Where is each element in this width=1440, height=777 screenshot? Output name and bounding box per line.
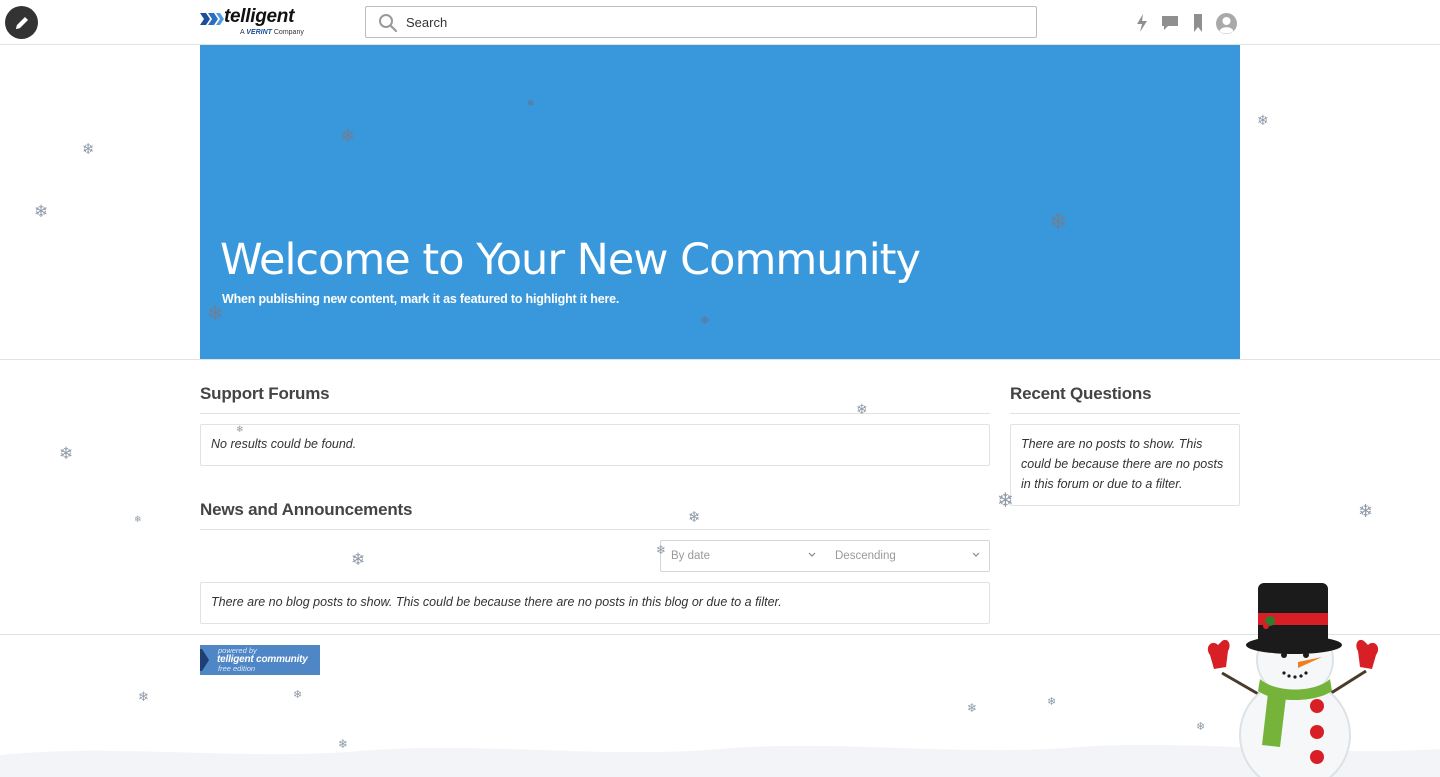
powered-chevron-icon (200, 649, 209, 671)
snowflake-icon: ❄ (138, 690, 149, 705)
news-title: News and Announcements (200, 500, 413, 519)
snowflake-icon: ❄ (59, 444, 74, 464)
top-header: telligent A VERINT Company (0, 0, 1440, 45)
chevron-down-icon (972, 552, 980, 557)
search-input[interactable] (406, 8, 1006, 36)
search-icon (379, 14, 398, 33)
snowflake-icon: ❄ (134, 515, 142, 525)
snowflake-icon: ❄ (236, 425, 244, 435)
snowman-decoration (1207, 583, 1379, 777)
search-box[interactable] (365, 6, 1037, 38)
edit-pencil-icon[interactable] (5, 6, 38, 39)
snowflake-icon: ❄ (1257, 113, 1269, 129)
support-forums-empty: No results could be found. (200, 424, 990, 466)
activity-bolt-icon[interactable] (1131, 12, 1153, 34)
logo-tagline: A VERINT Company (240, 29, 304, 36)
snowflake-icon: ❄ (82, 140, 95, 158)
featured-banner: Welcome to Your New Community When publi… (200, 45, 1240, 359)
snowflake-icon: ❄ (207, 301, 224, 325)
snowflake-icon: ❄ (700, 314, 710, 327)
recent-questions-empty: There are no posts to show. This could b… (1010, 424, 1240, 506)
banner-subtitle: When publishing new content, mark it as … (222, 292, 620, 306)
snowflake-icon: ❄ (338, 737, 349, 751)
snowflake-icon: ❄ (856, 402, 868, 418)
snowflake-icon: ❄ (293, 688, 303, 701)
powered-by-badge[interactable]: powered by telligent community free edit… (200, 645, 320, 675)
news-rule (200, 529, 990, 530)
snowflake-icon: ❄ (527, 99, 535, 109)
banner-title: Welcome to Your New Community (220, 235, 921, 285)
chevron-down-icon (808, 552, 816, 557)
messages-icon[interactable] (1159, 12, 1181, 34)
news-sort-controls: By date Descending (660, 540, 990, 572)
snowflake-icon: ❄ (34, 202, 49, 222)
snowflake-icon: ❄ (688, 508, 701, 526)
snowflake-icon: ❄ (656, 543, 667, 557)
news-empty: There are no blog posts to show. This co… (200, 582, 990, 624)
snowflake-icon: ❄ (351, 550, 366, 570)
snowflake-icon: ❄ (1049, 210, 1068, 235)
snowflake-icon: ❄ (1358, 501, 1374, 522)
sort-by-select[interactable]: By date (671, 541, 710, 571)
support-forums-title: Support Forums (200, 384, 330, 403)
logo-wordmark: telligent (224, 6, 295, 27)
sort-order-select[interactable]: Descending (835, 541, 896, 571)
snowflake-icon: ❄ (1047, 695, 1057, 708)
user-avatar-icon[interactable] (1215, 12, 1237, 34)
support-forums-rule (200, 413, 990, 414)
banner-divider (0, 359, 1440, 360)
telligent-logo[interactable]: telligent A VERINT Company (200, 6, 320, 40)
snowflake-icon: ❄ (997, 488, 1014, 512)
powered-line-3: free edition (218, 664, 256, 673)
bookmarks-icon[interactable] (1187, 12, 1209, 34)
logo-chevrons-icon (200, 13, 224, 25)
snowflake-icon: ❄ (967, 701, 978, 715)
recent-questions-rule (1010, 413, 1240, 414)
recent-questions-title: Recent Questions (1010, 384, 1152, 403)
snowflake-icon: ❄ (340, 126, 356, 147)
